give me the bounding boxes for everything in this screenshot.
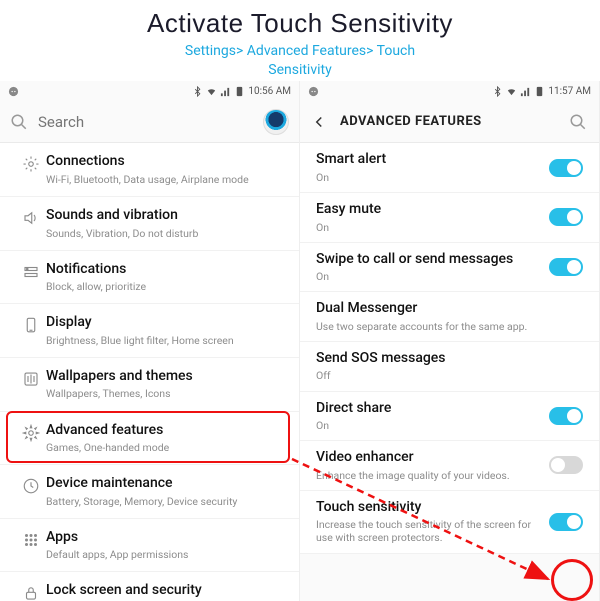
row-subtitle: Increase the touch sensitivity of the sc… — [316, 518, 543, 544]
row-title: Notifications — [46, 261, 277, 279]
row-title: Smart alert — [316, 151, 543, 169]
row-subtitle: Wallpapers, Themes, Icons — [46, 387, 277, 400]
row-subtitle: Sounds, Vibration, Do not disturb — [46, 227, 277, 240]
search-bar[interactable] — [0, 101, 299, 143]
feature-row[interactable]: Send SOS messagesOff — [300, 342, 599, 392]
toggle-switch[interactable] — [549, 407, 583, 425]
signal-icon — [220, 86, 231, 97]
feature-row[interactable]: Swipe to call or send messagesOn — [300, 243, 599, 293]
row-title: Swipe to call or send messages — [316, 251, 543, 269]
row-title: Device maintenance — [46, 475, 277, 493]
row-title: Touch sensitivity — [316, 499, 543, 517]
advanced-features-screen: 11:57 AM ADVANCED FEATURES Smart alert On… — [300, 81, 600, 601]
row-subtitle: On — [316, 419, 543, 432]
settings-row-notifications[interactable]: NotificationsBlock, allow, prioritize — [0, 251, 299, 305]
row-subtitle: Off — [316, 369, 577, 382]
breadcrumb: Settings> Advanced Features> Touch Sensi… — [0, 41, 600, 79]
toggle-switch[interactable] — [549, 513, 583, 531]
back-icon[interactable] — [310, 113, 328, 131]
toggle-switch[interactable] — [549, 159, 583, 177]
advanced-features-list: Smart alertOnEasy muteOnSwipe to call or… — [300, 143, 599, 553]
connections-icon — [16, 153, 46, 173]
row-title: Advanced features — [46, 422, 277, 440]
row-subtitle: Default apps, App permissions — [46, 548, 277, 561]
row-subtitle: Enhance the image quality of your videos… — [316, 469, 543, 482]
row-title: Easy mute — [316, 201, 543, 219]
app-bar: ADVANCED FEATURES — [300, 101, 599, 143]
lock-icon — [16, 582, 46, 601]
toggle-switch[interactable] — [549, 208, 583, 226]
wifi-icon — [506, 86, 517, 97]
status-bar: 11:57 AM — [300, 81, 599, 101]
row-title: Dual Messenger — [316, 300, 577, 318]
row-title: Sounds and vibration — [46, 207, 277, 225]
row-title: Display — [46, 314, 277, 332]
wifi-icon — [206, 86, 217, 97]
settings-row-apps[interactable]: AppsDefault apps, App permissions — [0, 519, 299, 573]
status-time: 10:56 AM — [248, 86, 291, 97]
feature-row[interactable]: Smart alert On — [300, 143, 599, 193]
feature-row[interactable]: Touch sensitivityIncrease the touch sens… — [300, 491, 599, 554]
reddit-icon — [308, 86, 319, 97]
row-subtitle: Use two separate accounts for the same a… — [316, 320, 577, 333]
settings-row-display[interactable]: Display Brightness, Blue light filter, Ho… — [0, 304, 299, 358]
search-input[interactable] — [38, 113, 263, 131]
appbar-title: ADVANCED FEATURES — [340, 114, 569, 129]
wallpaper-icon — [16, 368, 46, 388]
row-subtitle: Battery, Storage, Memory, Device securit… — [46, 495, 277, 508]
settings-row-wallpaper[interactable]: Wallpapers and themesWallpapers, Themes,… — [0, 358, 299, 412]
row-subtitle: On — [316, 221, 543, 234]
signal-icon — [520, 86, 531, 97]
reddit-icon — [8, 86, 19, 97]
settings-row-sound[interactable]: Sounds and vibration Sounds, Vibration, D… — [0, 197, 299, 251]
settings-row-lock[interactable]: Lock screen and securityAlways On Displa… — [0, 572, 299, 601]
maintenance-icon — [16, 475, 46, 495]
notifications-icon — [16, 261, 46, 281]
toggle-switch[interactable] — [549, 456, 583, 474]
row-subtitle: On — [316, 171, 543, 184]
status-bar: 10:56 AM — [0, 81, 299, 101]
row-title: Connections — [46, 153, 277, 171]
battery-icon — [234, 86, 245, 97]
search-icon[interactable] — [569, 113, 587, 131]
settings-row-advanced[interactable]: Advanced featuresGames, One-handed mode — [0, 412, 299, 466]
bluetooth-icon — [492, 86, 503, 97]
sound-icon — [16, 207, 46, 227]
row-title: Direct share — [316, 400, 543, 418]
settings-row-connections[interactable]: Connections Wi-Fi, Bluetooth, Data usage,… — [0, 143, 299, 197]
search-icon — [10, 113, 28, 131]
row-title: Lock screen and security — [46, 582, 277, 600]
feature-row[interactable]: Dual Messenger Use two separate accounts … — [300, 292, 599, 342]
instruction-header: Activate Touch Sensitivity Settings> Adv… — [0, 0, 600, 81]
settings-screen: 10:56 AM Connections Wi-Fi, Bluetooth, Da… — [0, 81, 300, 601]
row-subtitle: Games, One-handed mode — [46, 441, 277, 454]
settings-list: Connections Wi-Fi, Bluetooth, Data usage,… — [0, 143, 299, 601]
feature-row[interactable]: Direct shareOn — [300, 392, 599, 442]
avatar[interactable] — [263, 109, 289, 135]
row-title: Apps — [46, 529, 277, 547]
settings-row-maintenance[interactable]: Device maintenance Battery, Storage, Memo… — [0, 465, 299, 519]
row-subtitle: Wi-Fi, Bluetooth, Data usage, Airplane m… — [46, 173, 277, 186]
battery-icon — [534, 86, 545, 97]
advanced-icon — [16, 422, 46, 442]
status-time: 11:57 AM — [548, 86, 591, 97]
row-subtitle: Brightness, Blue light filter, Home scre… — [46, 334, 277, 347]
feature-row[interactable]: Easy mute On — [300, 193, 599, 243]
row-title: Video enhancer — [316, 449, 543, 467]
toggle-switch[interactable] — [549, 258, 583, 276]
feature-row[interactable]: Video enhancer Enhance the image quality … — [300, 441, 599, 491]
row-subtitle: On — [316, 270, 543, 283]
apps-icon — [16, 529, 46, 549]
row-title: Wallpapers and themes — [46, 368, 277, 386]
bluetooth-icon — [192, 86, 203, 97]
display-icon — [16, 314, 46, 334]
row-title: Send SOS messages — [316, 350, 577, 368]
page-title: Activate Touch Sensitivity — [0, 8, 600, 39]
row-subtitle: Block, allow, prioritize — [46, 280, 277, 293]
